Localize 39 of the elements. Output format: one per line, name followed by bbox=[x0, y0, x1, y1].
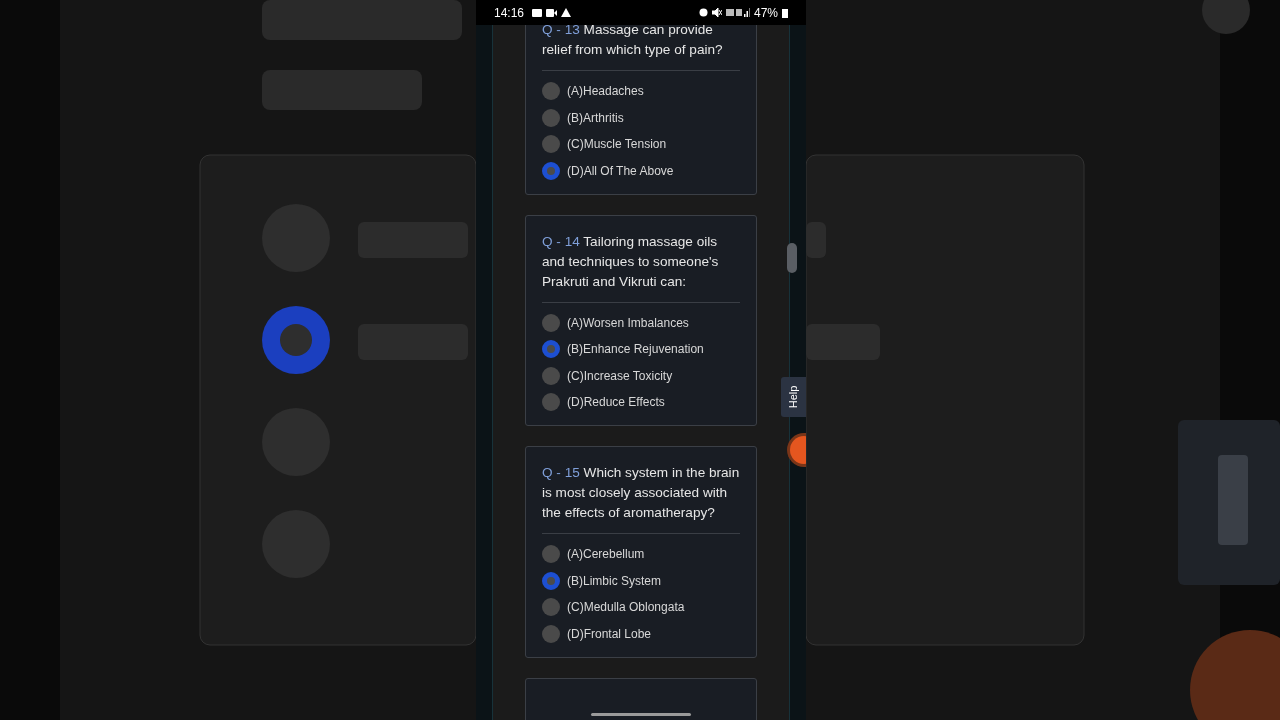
option-label[interactable]: (C)Increase Toxicity bbox=[567, 368, 673, 383]
option-label[interactable]: (D)All Of The Above bbox=[567, 163, 674, 178]
battery-icon bbox=[782, 7, 788, 18]
radio-button[interactable] bbox=[542, 366, 560, 385]
question-text: Q - 14 Tailoring massage oils and techniques to someone's Prakruti and Vikruti can: bbox=[542, 231, 740, 303]
option-label[interactable]: (C)Medulla Oblongata bbox=[567, 600, 685, 614]
option-label[interactable]: (B)Enhance Rejuvenation bbox=[567, 342, 704, 356]
radio-button[interactable] bbox=[542, 313, 560, 332]
option-label[interactable]: (C)Muscle Tension bbox=[567, 137, 667, 151]
help-tab[interactable]: Help bbox=[781, 377, 806, 417]
scroll-handle[interactable] bbox=[787, 243, 797, 273]
mute-icon bbox=[711, 8, 722, 17]
alarm-icon bbox=[698, 8, 708, 17]
option-label[interactable]: (A)Headaches bbox=[567, 84, 644, 98]
radio-button[interactable] bbox=[542, 82, 560, 100]
status-time: 14:16 bbox=[494, 5, 525, 20]
battery-percent: 47% bbox=[753, 5, 778, 20]
option-label[interactable]: (B)Limbic System bbox=[567, 573, 661, 588]
radio-button[interactable] bbox=[542, 624, 560, 643]
signal-icon bbox=[725, 8, 750, 17]
radio-button[interactable] bbox=[542, 108, 560, 127]
question-text: Q - 13 Massage can provide relief from which type of pain? bbox=[542, 25, 740, 71]
home-indicator[interactable] bbox=[591, 713, 691, 716]
radio-button[interactable] bbox=[542, 161, 560, 180]
gallery-icon bbox=[532, 8, 543, 17]
option-label[interactable]: (A)Cerebellum bbox=[567, 547, 645, 561]
radio-button[interactable] bbox=[542, 545, 560, 563]
option-label[interactable]: (D)Reduce Effects bbox=[567, 395, 665, 409]
radio-button[interactable] bbox=[542, 340, 560, 358]
question-text: Q - 15 Which system in the brain is most closely associated with the effects of aromatherapy? bbox=[542, 463, 740, 534]
video-icon bbox=[546, 8, 558, 17]
radio-button[interactable] bbox=[542, 393, 560, 411]
radio-button[interactable] bbox=[542, 571, 560, 590]
radio-button[interactable] bbox=[542, 598, 560, 616]
radio-button[interactable] bbox=[542, 135, 560, 153]
option-label[interactable]: (D)Frontal Lobe bbox=[567, 626, 652, 641]
option-label[interactable]: (B)Arthritis bbox=[567, 110, 624, 125]
option-label[interactable]: (A)Worsen Imbalances bbox=[567, 315, 689, 330]
warning-icon bbox=[561, 8, 572, 17]
